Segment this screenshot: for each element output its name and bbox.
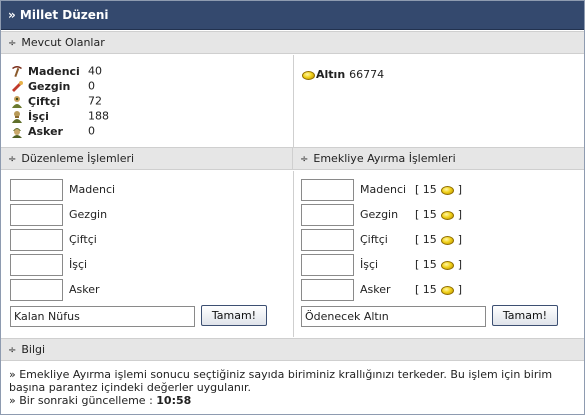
panel-title: » Millet Düzeni	[1, 1, 584, 30]
population-isci: İşçi 188	[10, 108, 109, 123]
retire-asker-cost-value: [ 15	[415, 283, 437, 296]
divide-icon: ÷	[8, 154, 17, 165]
retire-ciftci-cost-close: ]	[457, 233, 463, 246]
retire-isci-cost-value: [ 15	[415, 258, 437, 271]
retire-isci-cost: [ 15]	[415, 254, 462, 276]
gold-coin-icon	[440, 210, 454, 220]
retire-isci-input[interactable]	[301, 254, 354, 276]
retire-asker-cost: [ 15]	[415, 279, 462, 301]
edit-asker-label: Asker	[69, 283, 100, 296]
retire-ok-button[interactable]: Tamam!	[492, 305, 558, 326]
section-info-title: Bilgi	[21, 343, 46, 356]
info-next-update-time: 10:58	[156, 394, 192, 407]
retire-madenci-cost-value: [ 15	[415, 183, 437, 196]
info-next-update: » Bir sonraki güncelleme : 10:58	[9, 394, 579, 407]
column-divider	[293, 171, 294, 337]
section-edit-header: ÷ Düzenleme İşlemleri	[1, 147, 293, 170]
divide-icon: ÷	[8, 345, 17, 356]
retire-ciftci-input[interactable]	[301, 229, 354, 251]
edit-madenci-label: Madenci	[69, 183, 116, 196]
edit-asker-input[interactable]	[10, 279, 63, 301]
population-madenci-value: 40	[88, 64, 102, 78]
info-next-update-label: » Bir sonraki güncelleme :	[9, 394, 153, 407]
population-gezgin-value: 0	[88, 79, 95, 93]
soldier-icon	[10, 125, 24, 138]
edit-ok-button[interactable]: Tamam!	[201, 305, 267, 326]
farmer-icon	[10, 95, 24, 108]
retire-gezgin-cost-close: ]	[457, 208, 463, 221]
gold-coin-icon	[440, 260, 454, 270]
retire-gezgin-cost: [ 15]	[415, 204, 462, 226]
retire-ciftci-cost-value: [ 15	[415, 233, 437, 246]
retire-madenci-cost-close: ]	[457, 183, 463, 196]
gold-value: 66774	[349, 68, 385, 81]
section-current-header: ÷ Mevcut Olanlar	[1, 31, 584, 54]
retire-asker-input[interactable]	[301, 279, 354, 301]
column-divider	[293, 55, 294, 147]
retire-madenci-input[interactable]	[301, 179, 354, 201]
info-text: » Emekliye Ayırma işlemi sonucu seçtiğin…	[9, 368, 579, 407]
section-info-header: ÷ Bilgi	[1, 338, 584, 361]
edit-gezgin-label: Gezgin	[69, 208, 108, 221]
population-asker: Asker 0	[10, 123, 95, 138]
retire-asker-label: Asker	[360, 283, 391, 296]
gold-to-pay-field[interactable]	[301, 306, 486, 327]
section-retire-title: Emekliye Ayırma İşlemleri	[313, 152, 456, 165]
gold-balance: Altın 66774	[302, 68, 384, 82]
edit-madenci-input[interactable]	[10, 179, 63, 201]
worker-icon	[10, 110, 24, 123]
millet-duzeni-panel: » Millet Düzeni ÷ Mevcut Olanlar Madenci 4…	[0, 0, 585, 415]
population-gezgin-label: Gezgin	[28, 79, 71, 93]
gold-coin-icon	[440, 235, 454, 245]
gold-coin-icon	[440, 185, 454, 195]
gold-label: Altın	[316, 68, 346, 81]
population-ciftci-value: 72	[88, 94, 102, 108]
population-isci-value: 188	[88, 109, 109, 123]
population-asker-label: Asker	[28, 124, 63, 138]
population-ciftci-label: Çiftçi	[28, 94, 61, 108]
retire-gezgin-cost-value: [ 15	[415, 208, 437, 221]
retire-asker-cost-close: ]	[457, 283, 463, 296]
pickaxe-icon	[10, 65, 24, 78]
edit-ciftci-label: Çiftçi	[69, 233, 97, 246]
retire-gezgin-input[interactable]	[301, 204, 354, 226]
population-asker-value: 0	[88, 124, 95, 138]
remaining-population-field[interactable]	[10, 306, 195, 327]
edit-isci-input[interactable]	[10, 254, 63, 276]
section-edit-title: Düzenleme İşlemleri	[21, 152, 135, 165]
info-retire-description: » Emekliye Ayırma işlemi sonucu seçtiğin…	[9, 368, 553, 394]
retire-ciftci-label: Çiftçi	[360, 233, 388, 246]
gezgin-icon	[10, 80, 24, 93]
section-current-title: Mevcut Olanlar	[21, 36, 105, 49]
retire-madenci-cost: [ 15]	[415, 179, 462, 201]
population-ciftci: Çiftçi 72	[10, 93, 102, 108]
edit-ciftci-input[interactable]	[10, 229, 63, 251]
edit-gezgin-input[interactable]	[10, 204, 63, 226]
retire-isci-label: İşçi	[360, 258, 379, 271]
retire-ciftci-cost: [ 15]	[415, 229, 462, 251]
gold-coin-icon	[302, 70, 315, 80]
population-madenci: Madenci 40	[10, 63, 102, 78]
divide-icon: ÷	[8, 38, 17, 49]
divide-icon: ÷	[300, 154, 309, 165]
retire-madenci-label: Madenci	[360, 183, 407, 196]
population-isci-label: İşçi	[28, 109, 49, 123]
retire-isci-cost-close: ]	[457, 258, 463, 271]
section-retire-header: ÷ Emekliye Ayırma İşlemleri	[293, 147, 584, 170]
edit-isci-label: İşçi	[69, 258, 88, 271]
retire-gezgin-label: Gezgin	[360, 208, 399, 221]
population-madenci-label: Madenci	[28, 64, 80, 78]
gold-coin-icon	[440, 285, 454, 295]
population-gezgin: Gezgin 0	[10, 78, 95, 93]
